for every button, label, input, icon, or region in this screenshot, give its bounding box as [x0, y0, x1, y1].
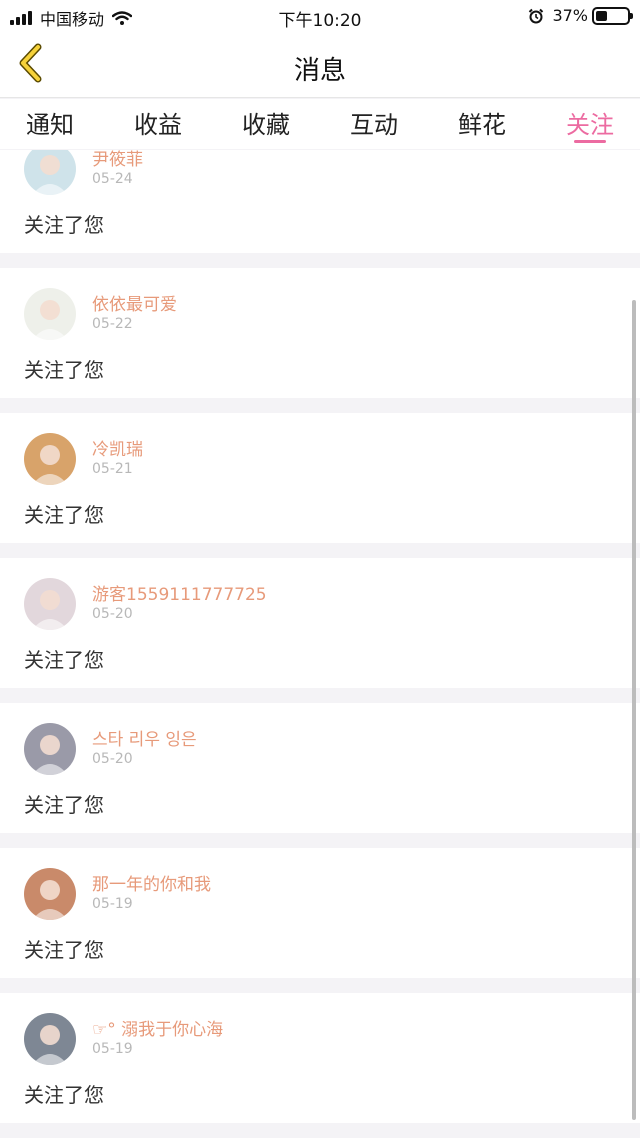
battery-percent: 37% — [552, 6, 588, 25]
follow-message: 关注了您 — [24, 793, 104, 817]
follow-item[interactable]: 依依最可爱 05-22 关注了您 — [0, 268, 640, 398]
status-right: 37% — [528, 6, 633, 25]
battery-fill — [596, 10, 607, 21]
nav-bar: 消息 — [0, 32, 640, 98]
status-bar: 中国移动 下午10:20 37% — [0, 0, 640, 32]
follow-message: 关注了您 — [24, 213, 104, 237]
tab-bar: 通知 收益 收藏 互动 鲜花 关注 — [0, 99, 640, 149]
avatar[interactable] — [24, 150, 76, 195]
scrollbar[interactable] — [632, 300, 636, 1120]
avatar[interactable] — [24, 578, 76, 630]
user-name[interactable]: 尹筱菲 — [92, 150, 143, 170]
follow-item[interactable]: 那一年的你和我 05-19 关注了您 — [0, 848, 640, 978]
follow-message: 关注了您 — [24, 648, 104, 672]
tab-earnings[interactable]: 收益 — [134, 99, 182, 149]
follow-message: 关注了您 — [24, 938, 104, 962]
user-name[interactable]: ☞° 溺我于你心海 — [92, 1015, 223, 1040]
follow-date: 05-19 — [92, 896, 133, 912]
follow-item[interactable]: 游客1559111777725 05-20 关注了您 — [0, 558, 640, 688]
follow-item[interactable]: 스타 리우 잉은 05-20 关注了您 — [0, 703, 640, 833]
follow-date: 05-22 — [92, 316, 133, 332]
follow-date: 05-19 — [92, 1041, 133, 1057]
user-name[interactable]: 冷凯瑞 — [92, 435, 143, 460]
follow-message: 关注了您 — [24, 503, 104, 527]
follow-item[interactable]: 冷凯瑞 05-21 关注了您 — [0, 413, 640, 543]
tab-flowers[interactable]: 鲜花 — [458, 99, 506, 149]
tab-interactions[interactable]: 互动 — [350, 99, 398, 149]
avatar[interactable] — [24, 723, 76, 775]
tab-favorites[interactable]: 收藏 — [242, 99, 290, 149]
user-name[interactable]: 那一年的你和我 — [92, 870, 211, 895]
follow-item[interactable]: 尹筱菲 05-24 关注了您 — [0, 150, 640, 253]
user-name[interactable]: 스타 리우 잉은 — [92, 725, 197, 750]
screen: 中国移动 下午10:20 37% 消息 通知 收益 收藏 互动 鲜花 关注 尹筱… — [0, 0, 640, 1138]
page-title: 消息 — [293, 56, 346, 86]
tab-notifications[interactable]: 通知 — [26, 99, 74, 149]
follow-message: 关注了您 — [24, 358, 104, 382]
tab-following[interactable]: 关注 — [566, 99, 614, 149]
follow-message: 关注了您 — [24, 1083, 104, 1107]
follow-date: 05-20 — [92, 606, 133, 622]
user-name[interactable]: 依依最可爱 — [92, 290, 177, 315]
user-name[interactable]: 游客1559111777725 — [92, 580, 267, 605]
follow-item[interactable]: ☞° 溺我于你心海 05-19 关注了您 — [0, 993, 640, 1123]
avatar[interactable] — [24, 288, 76, 340]
follow-date: 05-20 — [92, 751, 133, 767]
avatar[interactable] — [24, 868, 76, 920]
avatar[interactable] — [24, 1013, 76, 1065]
alarm-icon — [528, 8, 544, 24]
battery-icon — [592, 6, 633, 25]
follow-date: 05-21 — [92, 461, 133, 477]
follow-date: 05-24 — [92, 171, 133, 187]
avatar[interactable] — [24, 433, 76, 485]
follow-list: 尹筱菲 05-24 关注了您 依依最可爱 05-22 关注了您 冷凯瑞 05-21 关注了您 游客… — [0, 150, 640, 1138]
